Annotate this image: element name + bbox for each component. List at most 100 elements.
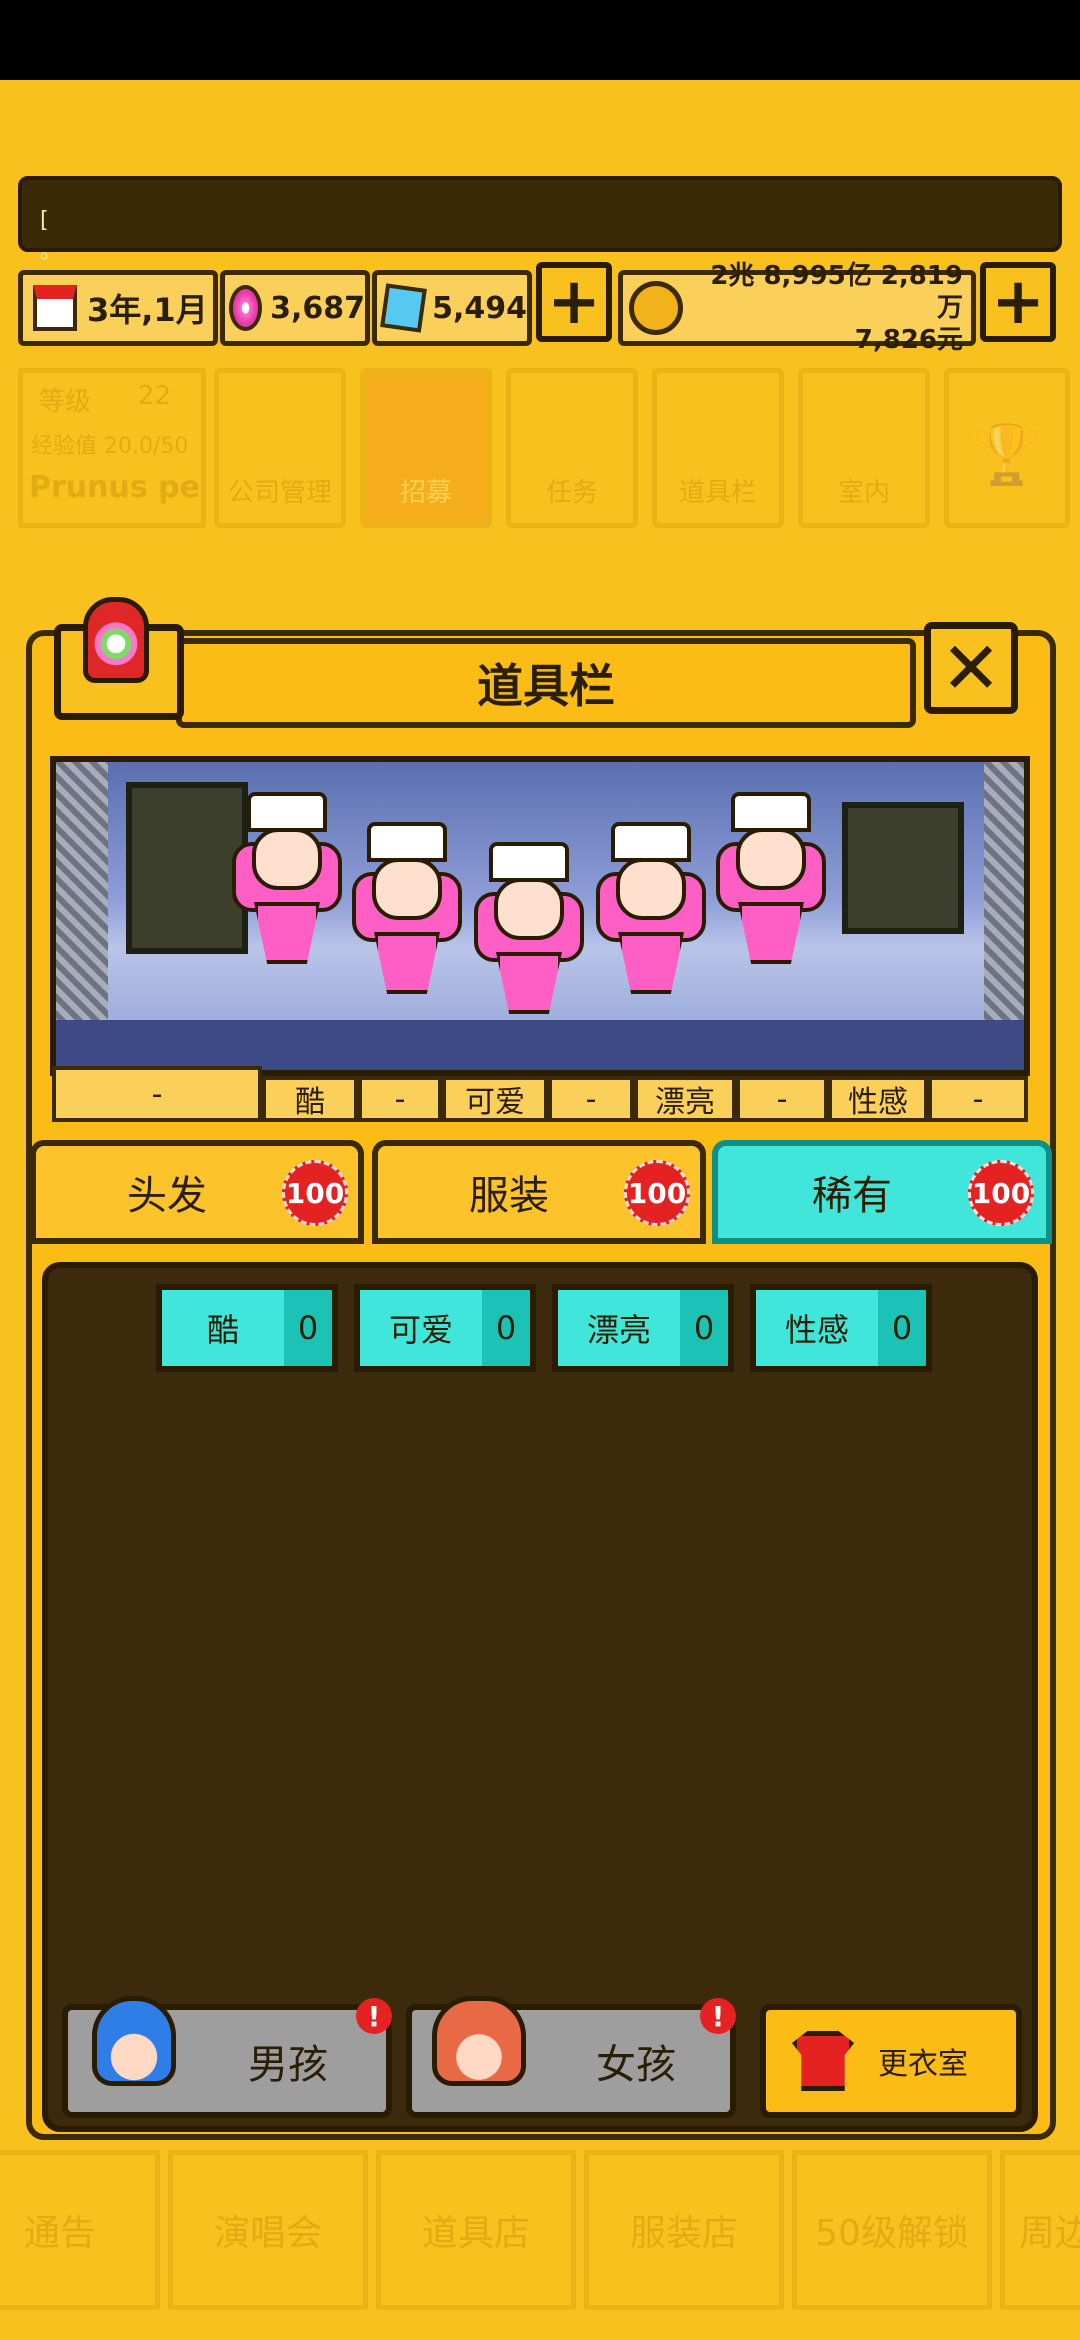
wardrobe-label: 更衣室 — [878, 2047, 968, 2082]
idol-sprite — [232, 792, 342, 982]
trophy-icon: 🏆 — [969, 419, 1045, 489]
news-ticker: [ 。 — [18, 176, 1062, 264]
slot-label-text: 性感 — [848, 1085, 908, 1120]
idol-sprite — [474, 842, 584, 1032]
company-name: Prunus persi — [29, 470, 201, 505]
tab-hair[interactable]: 头发 100 — [30, 1140, 364, 1244]
nav-trophy[interactable]: 🏆 — [944, 368, 1070, 528]
filter-cute[interactable]: 可爱 0 — [354, 1284, 536, 1372]
stage-preview — [50, 756, 1030, 1076]
nav-company-management[interactable]: 公司管理 — [214, 368, 346, 528]
nav-label: 室内 — [837, 478, 890, 508]
slot-label: - — [548, 1076, 634, 1122]
boy-button[interactable]: 男孩 ! — [62, 1996, 392, 2118]
nav-interior[interactable]: 室内 — [798, 368, 930, 528]
tab-label: 服装 — [469, 1173, 549, 1219]
boy-button-label: 男孩 — [248, 2042, 328, 2088]
slot-label: - — [928, 1076, 1028, 1122]
slot-label: 酷 — [262, 1076, 358, 1122]
blue-gem-icon — [380, 283, 427, 333]
tab-rare[interactable]: 稀有 100 — [712, 1140, 1052, 1244]
alert-icon: ! — [700, 1998, 736, 2034]
add-money-button[interactable]: + — [980, 262, 1056, 342]
idol-sprite — [596, 822, 706, 1012]
plus-icon: + — [547, 265, 601, 339]
status-bar — [0, 0, 1080, 80]
count-badge: 100 — [282, 1160, 348, 1226]
boy-face-icon — [92, 1996, 176, 2086]
idol-sprite — [352, 822, 462, 1012]
gacha-bag-button[interactable] — [54, 597, 184, 720]
slot-label-text: 可爱 — [465, 1085, 525, 1120]
filter-count: 0 — [284, 1290, 332, 1366]
slot-label-text: - — [394, 1081, 406, 1117]
nav-label: 服装店 — [629, 2213, 738, 2254]
slot-label-text: - — [151, 1076, 163, 1112]
date-value: 3年,1月 — [87, 291, 208, 329]
coin-icon — [629, 281, 683, 335]
nav-inventory[interactable]: 道具栏 — [652, 368, 784, 528]
ticker-text: [ 。 — [40, 208, 63, 264]
girl-face-icon — [432, 1996, 526, 2086]
nav-label: 演唱会 — [213, 2213, 322, 2254]
nav-item-shop[interactable]: 道具店 — [376, 2150, 576, 2310]
speaker-right — [842, 802, 964, 934]
nav-announcement[interactable]: 通告 — [0, 2150, 160, 2310]
nav-recruit[interactable]: 招募 — [360, 368, 492, 528]
dialog-title-text: 道具栏 — [477, 659, 615, 713]
count-badge: 100 — [968, 1160, 1034, 1226]
nav-level50-unlock[interactable]: 50级解锁 — [792, 2150, 992, 2310]
nav-label: 通告 — [23, 2213, 96, 2254]
nav-label: 周边 — [1019, 2213, 1080, 2254]
filter-count: 0 — [482, 1290, 530, 1366]
nav-label: 50级解锁 — [815, 2213, 969, 2254]
slot-label: - — [52, 1066, 262, 1122]
slot-label-text: 漂亮 — [655, 1085, 715, 1120]
money-line-2: 7,826元 — [854, 325, 963, 355]
speaker-left — [126, 782, 248, 954]
shirt-icon — [792, 2031, 854, 2091]
filter-count: 0 — [878, 1290, 926, 1366]
tab-label: 头发 — [127, 1173, 207, 1219]
nav-label: 招募 — [399, 478, 452, 508]
blue-gem-chip: 5,494 — [372, 270, 532, 346]
tab-costume[interactable]: 服装 100 — [372, 1140, 706, 1244]
dialog-title: 道具栏 — [176, 638, 916, 728]
level-label: 等级 — [39, 387, 92, 417]
filter-label: 可爱 — [360, 1290, 482, 1366]
date-chip: 3年,1月 — [18, 270, 218, 346]
nav-tasks[interactable]: 任务 — [506, 368, 638, 528]
money-line-1: 2兆 8,995亿 2,819万 — [710, 261, 963, 323]
close-button[interactable]: ✕ — [924, 622, 1018, 714]
item-list-area[interactable] — [42, 1262, 1038, 2132]
nav-merch[interactable]: 周边 — [1000, 2150, 1080, 2310]
filter-cool[interactable]: 酷 0 — [156, 1284, 338, 1372]
blue-gem-value: 5,494 — [432, 290, 527, 326]
slot-label-text: - — [972, 1081, 984, 1117]
add-gems-button[interactable]: + — [536, 262, 612, 342]
slot-label-text: - — [776, 1081, 788, 1117]
girl-button-label: 女孩 — [596, 2042, 676, 2088]
nav-concert[interactable]: 演唱会 — [168, 2150, 368, 2310]
nav-costume-shop[interactable]: 服装店 — [584, 2150, 784, 2310]
filter-label: 酷 — [162, 1290, 284, 1366]
slot-label-text: 酷 — [295, 1085, 325, 1120]
pink-gem-icon — [229, 285, 263, 331]
filter-label: 性感 — [756, 1290, 878, 1366]
nav-label: 公司管理 — [227, 478, 332, 508]
girl-button[interactable]: 女孩 ! — [406, 1996, 736, 2118]
slot-label: 可爱 — [442, 1076, 548, 1122]
slot-label: - — [358, 1076, 442, 1122]
pink-gem-chip: 3,687 — [220, 270, 370, 346]
slot-label: 漂亮 — [634, 1076, 736, 1122]
tab-label: 稀有 — [812, 1173, 892, 1219]
company-info-panel: 等级 22 经验值 20.0/50 Prunus persi — [18, 368, 206, 528]
filter-pretty[interactable]: 漂亮 0 — [552, 1284, 734, 1372]
level-value: 22 — [137, 381, 171, 411]
filter-sexy[interactable]: 性感 0 — [750, 1284, 932, 1372]
pink-gem-value: 3,687 — [270, 290, 365, 326]
wardrobe-button[interactable]: 更衣室 — [760, 2004, 1022, 2118]
gacha-bag-icon — [83, 597, 149, 683]
nav-label: 道具店 — [421, 2213, 530, 2254]
slot-label-text: - — [585, 1081, 597, 1117]
